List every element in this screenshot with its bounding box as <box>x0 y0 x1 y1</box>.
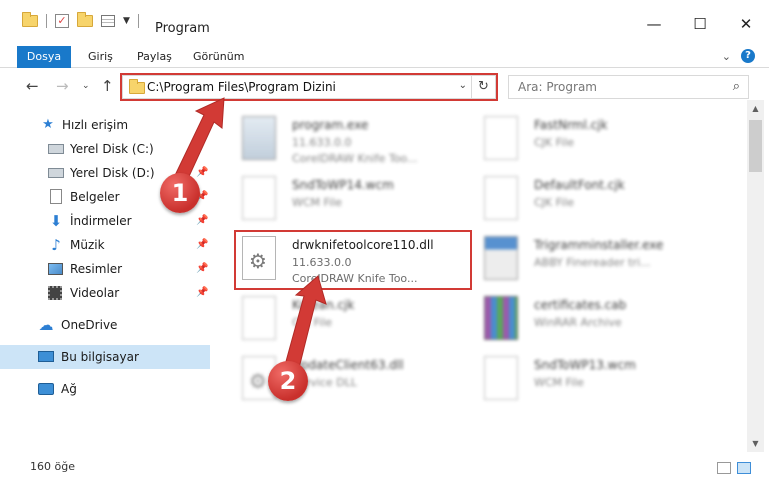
step-marker-2: 2 <box>268 361 308 401</box>
item-count: 160 öğe <box>30 460 75 473</box>
explorer-window: ✓ ▼ Program — ☐ ✕ Dosya Giriş Paylaş Gör… <box>0 0 769 488</box>
tiles-view-icon[interactable] <box>737 462 751 474</box>
step-marker-1: 1 <box>160 173 200 213</box>
details-view-icon[interactable] <box>717 462 731 474</box>
status-bar: 160 öğe <box>0 456 769 480</box>
annotation-arrows <box>167 97 327 381</box>
